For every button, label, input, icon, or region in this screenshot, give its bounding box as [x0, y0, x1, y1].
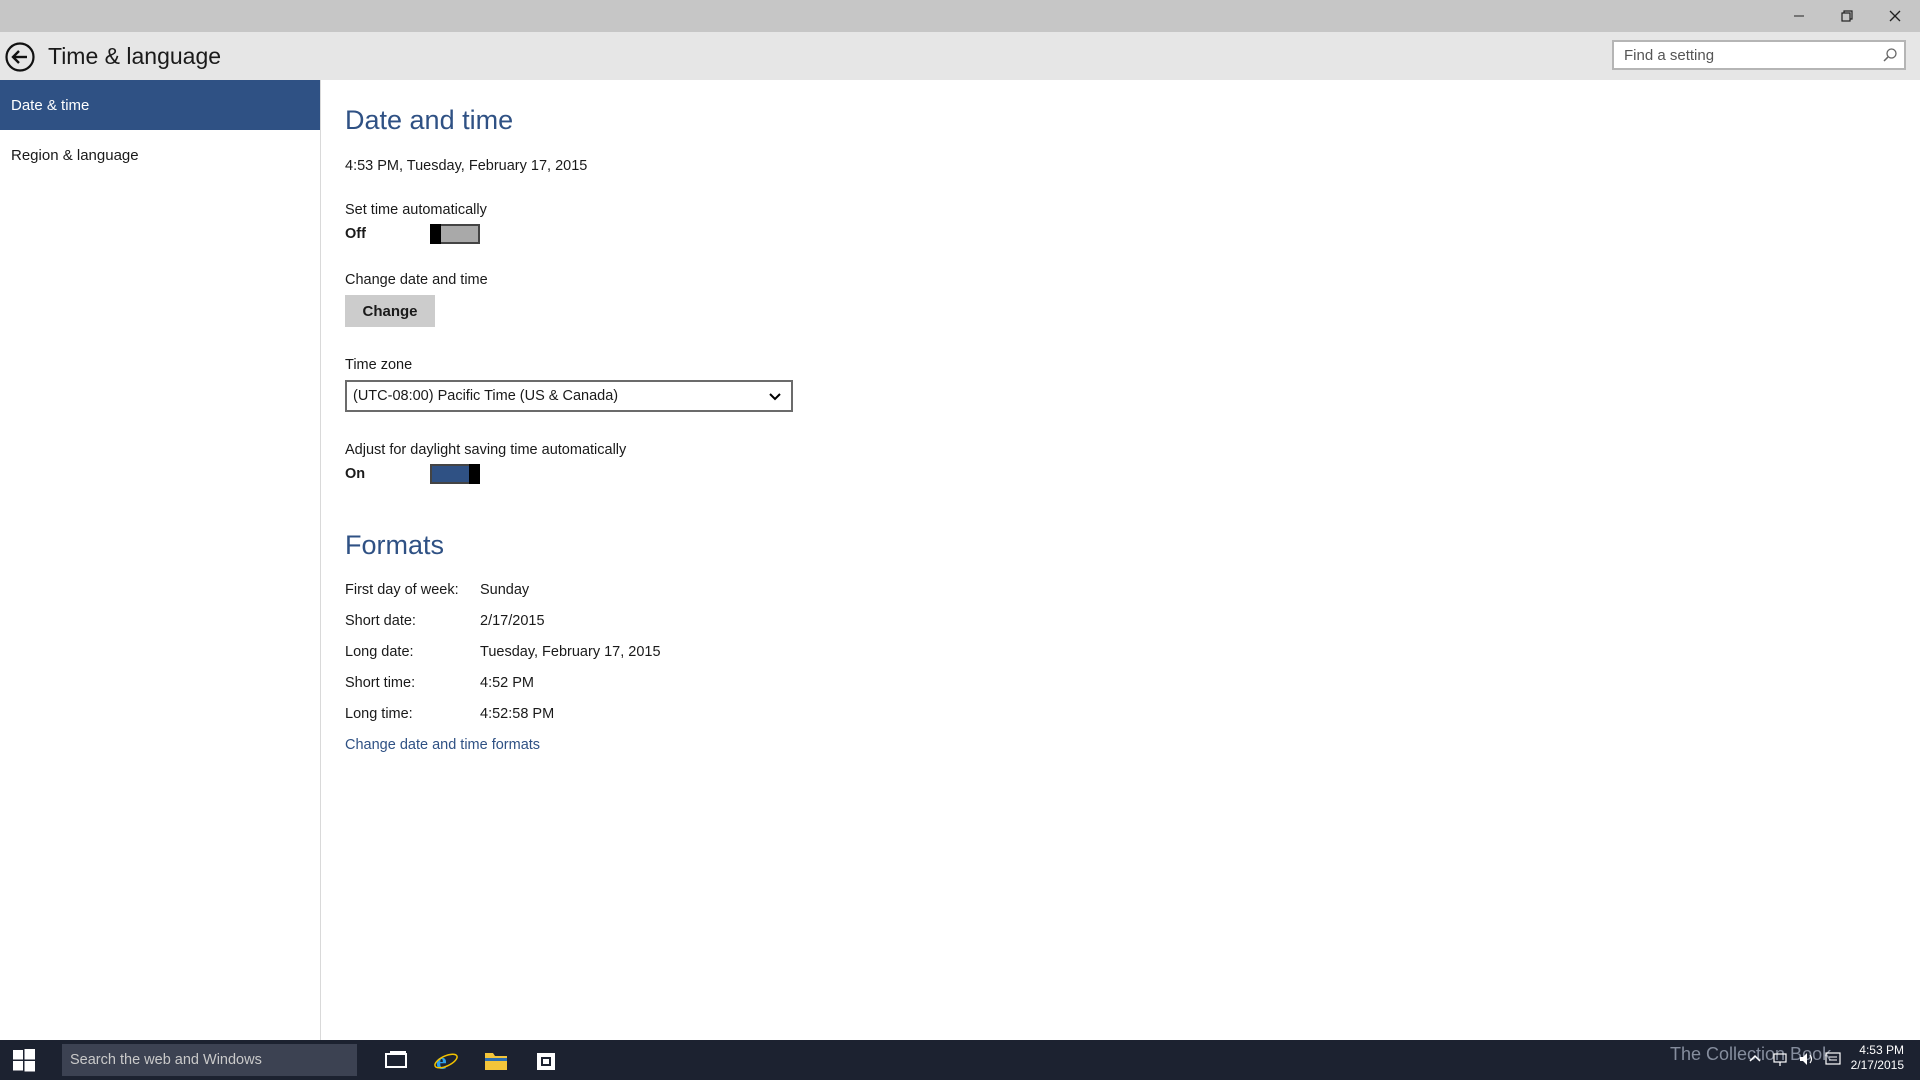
volume-icon[interactable]	[1798, 1049, 1816, 1069]
sidebar: Date & time Region & language	[0, 80, 321, 1040]
find-setting-input[interactable]: Find a setting	[1612, 40, 1906, 70]
store-icon[interactable]	[533, 1048, 559, 1072]
change-button[interactable]: Change	[345, 295, 435, 327]
clock-date: 2/17/2015	[1850, 1058, 1904, 1072]
taskbar: Search the web and Windows e The Collect…	[0, 1040, 1920, 1080]
format-value-long-time: 4:52:58 PM	[480, 706, 555, 722]
toggle-knob	[430, 224, 441, 244]
set-time-auto-toggle[interactable]	[430, 224, 480, 244]
set-time-auto-label: Set time automatically	[345, 202, 487, 218]
format-key-short-date: Short date:	[345, 613, 416, 629]
format-value-first-day: Sunday	[480, 582, 530, 598]
chevron-up-icon[interactable]	[1746, 1049, 1764, 1069]
app-header: Time & language Find a setting	[0, 32, 1920, 80]
restore-icon	[1841, 10, 1853, 22]
windows-logo-icon	[13, 1049, 35, 1072]
clock-time: 4:53 PM	[1859, 1043, 1904, 1057]
set-time-auto-state: Off	[345, 226, 366, 242]
chevron-down-icon	[769, 393, 781, 401]
dst-label: Adjust for daylight saving time automati…	[345, 442, 627, 458]
time-zone-value: (UTC-08:00) Pacific Time (US & Canada)	[353, 388, 619, 404]
close-icon	[1889, 10, 1901, 22]
format-value-short-time: 4:52 PM	[480, 675, 534, 691]
change-formats-link[interactable]: Change date and time formats	[345, 737, 540, 753]
taskbar-search-input[interactable]: Search the web and Windows	[62, 1044, 357, 1076]
format-key-first-day: First day of week:	[345, 582, 459, 598]
search-placeholder: Find a setting	[1624, 47, 1715, 64]
format-value-long-date: Tuesday, February 17, 2015	[480, 644, 661, 660]
page-title: Time & language	[48, 43, 222, 69]
sidebar-item-label: Region & language	[11, 146, 139, 164]
taskbar-search-placeholder: Search the web and Windows	[70, 1052, 262, 1068]
format-key-long-date: Long date:	[345, 644, 414, 660]
toggle-knob	[469, 464, 480, 484]
internet-explorer-icon[interactable]: e	[433, 1048, 459, 1072]
title-bar	[0, 0, 1920, 32]
dst-state: On	[345, 466, 366, 482]
current-date-time: 4:53 PM, Tuesday, February 17, 2015	[345, 158, 588, 174]
format-key-short-time: Short time:	[345, 675, 416, 691]
minimize-button[interactable]	[1775, 0, 1823, 32]
back-arrow-icon[interactable]	[4, 41, 36, 73]
format-key-long-time: Long time:	[345, 706, 413, 722]
minimize-icon	[1794, 15, 1804, 17]
format-value-short-date: 2/17/2015	[480, 613, 545, 629]
sidebar-item-region-language[interactable]: Region & language	[0, 130, 320, 180]
file-explorer-icon[interactable]	[483, 1048, 509, 1072]
change-date-time-label: Change date and time	[345, 272, 488, 288]
section-heading-date-time: Date and time	[345, 105, 514, 135]
restore-button[interactable]	[1823, 0, 1871, 32]
task-view-icon[interactable]	[383, 1048, 409, 1072]
network-icon[interactable]	[1772, 1049, 1790, 1069]
start-button[interactable]	[0, 1040, 48, 1080]
time-zone-label: Time zone	[345, 357, 413, 373]
sidebar-item-label: Date & time	[11, 96, 90, 114]
dst-toggle[interactable]	[430, 464, 480, 484]
sidebar-item-date-time[interactable]: Date & time	[0, 80, 320, 130]
search-icon[interactable]	[1882, 47, 1898, 63]
close-button[interactable]	[1871, 0, 1919, 32]
section-heading-formats: Formats	[345, 530, 445, 560]
notifications-icon[interactable]	[1824, 1049, 1842, 1069]
time-zone-select[interactable]: (UTC-08:00) Pacific Time (US & Canada)	[345, 380, 793, 412]
taskbar-clock[interactable]: 4:53 PM 2/17/2015	[1851, 1043, 1904, 1073]
